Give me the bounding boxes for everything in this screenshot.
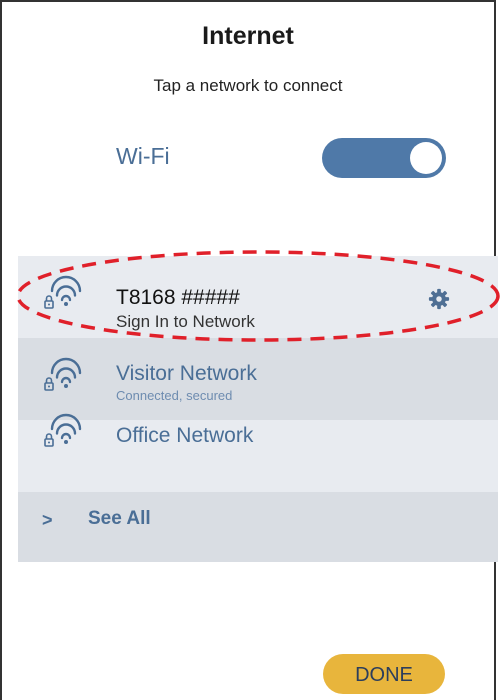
network-row-visitor[interactable]: Visitor Network Connected, secured [18, 338, 498, 420]
network-status: Sign In to Network [116, 312, 255, 331]
wifi-locked-icon [44, 413, 82, 447]
network-name: Office Network [116, 424, 254, 447]
screen-frame: Internet Tap a network to connect Wi-Fi … [0, 0, 500, 700]
network-status: Connected, secured [116, 388, 233, 403]
wifi-toggle[interactable] [322, 138, 446, 178]
done-button[interactable]: DONE [323, 654, 445, 694]
wifi-locked-icon [44, 357, 82, 391]
network-list: T8168 ##### Sign In to Network Visitor N… [18, 256, 498, 562]
page-title: Internet [202, 22, 294, 50]
chevron-right-icon: > [42, 510, 53, 530]
see-all-row[interactable]: > See All [18, 492, 498, 562]
wifi-locked-icon [44, 275, 82, 309]
network-name: T8168 ##### [116, 286, 240, 309]
wifi-toggle-knob [410, 142, 442, 174]
gear-icon[interactable] [428, 288, 450, 310]
network-name: Visitor Network [116, 362, 257, 385]
network-row-t8168[interactable]: T8168 ##### Sign In to Network [18, 256, 498, 338]
wifi-label: Wi-Fi [116, 143, 170, 169]
see-all-label: See All [88, 508, 151, 529]
network-row-office[interactable]: Office Network [18, 413, 498, 492]
page-subtitle: Tap a network to connect [153, 76, 343, 95]
